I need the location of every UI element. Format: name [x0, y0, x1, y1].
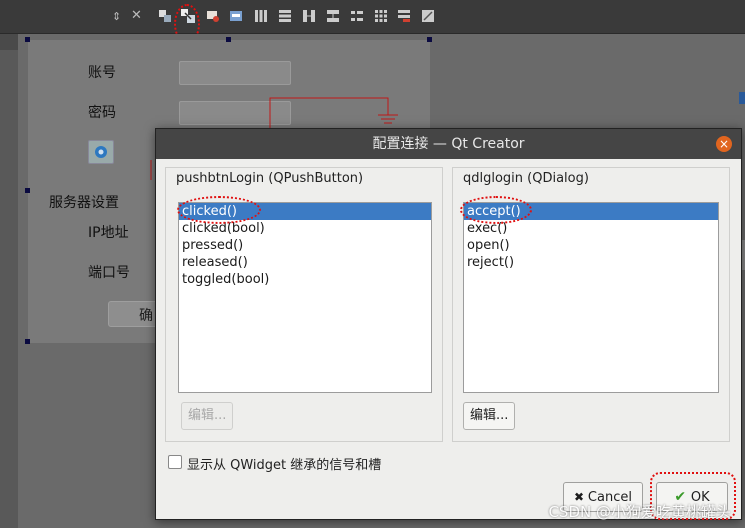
selection-handle[interactable]	[226, 37, 231, 42]
edit-widgets-icon[interactable]	[158, 9, 172, 23]
left-panel-edge	[0, 34, 18, 528]
list-item[interactable]: pressed()	[179, 237, 431, 254]
password-label: 密码	[88, 105, 116, 121]
account-input[interactable]	[179, 61, 291, 85]
layout-h-splitter-icon[interactable]	[302, 9, 316, 23]
edit-signals-button[interactable]: 编辑...	[181, 402, 234, 430]
list-item[interactable]: open()	[464, 237, 718, 254]
slot-list[interactable]: accept() exec() open() reject()	[463, 202, 719, 393]
confirm-button[interactable]: 确	[108, 301, 158, 327]
settings-tool-button[interactable]	[88, 140, 114, 164]
confirm-button-label: 确	[139, 308, 153, 324]
close-button[interactable]: ×	[716, 136, 732, 152]
selection-handle[interactable]	[25, 37, 30, 42]
configure-connection-dialog: 配置连接 — Qt Creator × pushbtnLogin (QPushB…	[155, 128, 742, 520]
list-item[interactable]: released()	[179, 254, 431, 271]
list-item[interactable]: reject()	[464, 254, 718, 271]
close-icon[interactable]: ✕	[131, 8, 145, 23]
gear-icon	[95, 146, 107, 158]
designer-toolbar: ⇕ ✕	[0, 0, 745, 44]
annotation-circle	[460, 196, 532, 224]
layout-grid-icon[interactable]	[374, 9, 388, 23]
sort-arrows-icon[interactable]: ⇕	[112, 10, 126, 24]
account-label: 账号	[88, 65, 116, 81]
selection-handle[interactable]	[25, 188, 30, 193]
ip-address-label: IP地址	[88, 225, 129, 241]
layout-vertical-icon[interactable]	[278, 9, 292, 23]
dialog-title: 配置连接 — Qt Creator	[372, 136, 525, 152]
receiver-title: qdlglogin (QDialog)	[463, 171, 589, 186]
layout-form-icon[interactable]	[350, 9, 364, 23]
left-panel-header	[0, 34, 18, 50]
layout-horizontal-icon[interactable]	[254, 9, 268, 23]
port-label: 端口号	[88, 265, 130, 281]
selection-handle[interactable]	[25, 339, 30, 344]
list-item[interactable]: toggled(bool)	[179, 271, 431, 288]
annotation-circle	[177, 196, 261, 224]
inherit-checkbox-label: 显示从 QWidget 继承的信号和槽	[187, 458, 382, 473]
sender-title: pushbtnLogin (QPushButton)	[176, 171, 364, 186]
dialog-titlebar: 配置连接 — Qt Creator	[156, 129, 741, 159]
server-settings-label: 服务器设置	[49, 195, 119, 211]
adjust-size-icon[interactable]	[421, 9, 435, 23]
edit-tab-order-icon[interactable]	[229, 9, 243, 23]
edit-slots-button[interactable]: 编辑...	[463, 402, 516, 430]
layout-v-splitter-icon[interactable]	[326, 9, 340, 23]
signal-list[interactable]: clicked() clicked(bool) pressed() released(…	[178, 202, 432, 393]
right-panel-marker	[739, 92, 745, 104]
selection-handle[interactable]	[427, 37, 432, 42]
inherit-checkbox[interactable]	[168, 455, 182, 469]
watermark: CSDN @小狗爱吃黄桃罐头	[548, 503, 731, 521]
break-layout-icon[interactable]	[397, 9, 411, 23]
edit-buddies-icon[interactable]	[206, 9, 220, 23]
